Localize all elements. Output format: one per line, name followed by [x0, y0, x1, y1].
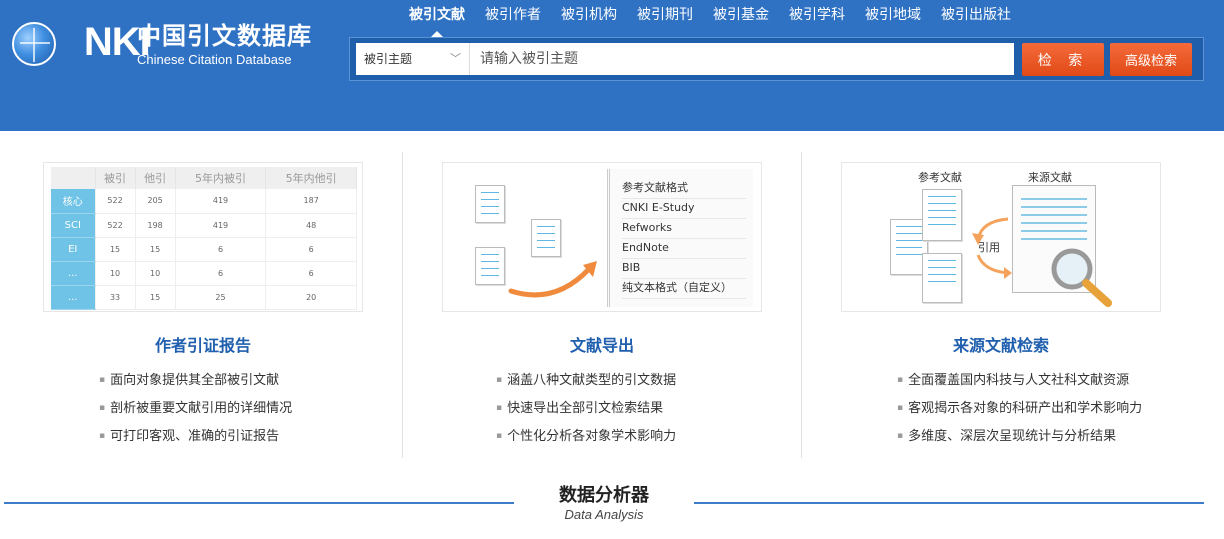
table-row: 核心 522 205 419 187 [51, 189, 357, 214]
table-header: 5年内被引 [175, 167, 267, 189]
list-item: 多维度、深层次呈现统计与分析结果 [897, 426, 1142, 454]
label-references: 参考文献 [918, 171, 962, 184]
nav-cited-discipline[interactable]: 被引学科 [779, 0, 855, 30]
feature-source-search: 参考文献 来源文献 引用 来源文献检索 全面覆盖国内科技与人文社科文献资源 客观… [801, 152, 1201, 458]
nav-cited-author[interactable]: 被引作者 [475, 0, 551, 30]
list-item: 可打印客观、准确的引证报告 [99, 426, 292, 454]
nav-cited-publisher[interactable]: 被引出版社 [931, 0, 1021, 30]
list-item: 面向对象提供其全部被引文献 [99, 370, 292, 398]
top-nav: 被引文献 被引作者 被引机构 被引期刊 被引基金 被引学科 被引地域 被引出版社 [399, 0, 1021, 30]
list-item: 客观揭示各对象的科研产出和学术影响力 [897, 398, 1142, 426]
list-item: BIB [622, 259, 746, 279]
list-item: 参考文献格式 [622, 179, 746, 199]
document-icon [922, 189, 962, 241]
advanced-search-button[interactable]: 高级检索 [1110, 43, 1192, 76]
logo-title-cn: 中国引文数据库 [137, 22, 312, 50]
section-title: 数据分析器 [559, 485, 649, 506]
feature-list: 涵盖八种文献类型的引文数据 快速导出全部引文检索结果 个性化分析各对象学术影响力 [496, 370, 676, 454]
feature-export: 参考文献格式 CNKI E-Study Refworks EndNote BIB… [402, 152, 802, 458]
list-item: 纯文本格式（自定义） [622, 279, 746, 299]
feature-author-report: 被引 他引 5年内被引 5年内他引 核心 522 205 419 187 SCI… [3, 152, 403, 458]
feature-title[interactable]: 作者引证报告 [3, 332, 403, 356]
cnki-logo[interactable]: CNKI 中国引文数据库 Chinese Citation Database [12, 18, 312, 70]
feature-title[interactable]: 文献导出 [402, 332, 802, 356]
export-format-list: 参考文献格式 CNKI E-Study Refworks EndNote BIB… [607, 169, 753, 307]
list-item: 个性化分析各对象学术影响力 [496, 426, 676, 454]
arrow-icon [508, 261, 597, 298]
table-row: EI 15 15 6 6 [51, 237, 357, 262]
nav-cited-region[interactable]: 被引地域 [855, 0, 931, 30]
citation-table: 被引 他引 5年内被引 5年内他引 核心 522 205 419 187 SCI… [51, 167, 357, 310]
table-header: 5年内他引 [265, 167, 357, 189]
nav-cited-literature[interactable]: 被引文献 [399, 0, 475, 30]
citation-table-image[interactable]: 被引 他引 5年内被引 5年内他引 核心 522 205 419 187 SCI… [43, 162, 363, 312]
chevron-down-icon: ﹀ [450, 52, 461, 65]
section-subtitle: Data Analysis [564, 507, 644, 522]
list-item: 全面覆盖国内科技与人文社科文献资源 [897, 370, 1142, 398]
search-input[interactable] [470, 43, 1014, 75]
list-item: 剖析被重要文献引用的详细情况 [99, 398, 292, 426]
table-row: ... 10 10 6 6 [51, 261, 357, 286]
header: CNKI 中国引文数据库 Chinese Citation Database 被… [0, 0, 1224, 131]
logo-subtitle: Chinese Citation Database [137, 52, 292, 67]
globe-icon [12, 22, 56, 66]
section-divider-right [694, 502, 1204, 504]
document-icon [475, 185, 505, 223]
list-item: EndNote [622, 239, 746, 259]
label-cite: 引用 [978, 241, 1000, 254]
magnifier-icon [1051, 248, 1112, 307]
list-item: CNKI E-Study [622, 199, 746, 219]
search-field-select[interactable]: 被引主题 ﹀ [356, 43, 470, 75]
table-header: 他引 [135, 167, 176, 189]
label-source: 来源文献 [1028, 171, 1072, 184]
nav-cited-institution[interactable]: 被引机构 [551, 0, 627, 30]
feature-title[interactable]: 来源文献检索 [801, 332, 1201, 356]
section-divider-left [4, 502, 514, 504]
search-button[interactable]: 检 索 [1022, 43, 1104, 76]
logo-text: CNKI [83, 20, 151, 64]
search-bar: 被引主题 ﹀ 检 索 高级检索 [349, 37, 1204, 81]
nav-cited-journal[interactable]: 被引期刊 [627, 0, 703, 30]
list-item: 快速导出全部引文检索结果 [496, 398, 676, 426]
document-icon [922, 253, 962, 303]
table-row: ... 33 15 25 20 [51, 285, 357, 310]
feature-list: 全面覆盖国内科技与人文社科文献资源 客观揭示各对象的科研产出和学术影响力 多维度… [897, 370, 1142, 454]
list-item: Refworks [622, 219, 746, 239]
document-icon [531, 219, 561, 257]
source-search-image[interactable]: 参考文献 来源文献 引用 [841, 162, 1161, 312]
list-item: 涵盖八种文献类型的引文数据 [496, 370, 676, 398]
search-field-value: 被引主题 [364, 52, 413, 66]
table-header: 被引 [95, 167, 136, 189]
nav-cited-fund[interactable]: 被引基金 [703, 0, 779, 30]
document-icon [475, 247, 505, 285]
table-row: SCI 522 198 419 48 [51, 213, 357, 238]
export-image[interactable]: 参考文献格式 CNKI E-Study Refworks EndNote BIB… [442, 162, 762, 312]
feature-list: 面向对象提供其全部被引文献 剖析被重要文献引用的详细情况 可打印客观、准确的引证… [99, 370, 292, 454]
